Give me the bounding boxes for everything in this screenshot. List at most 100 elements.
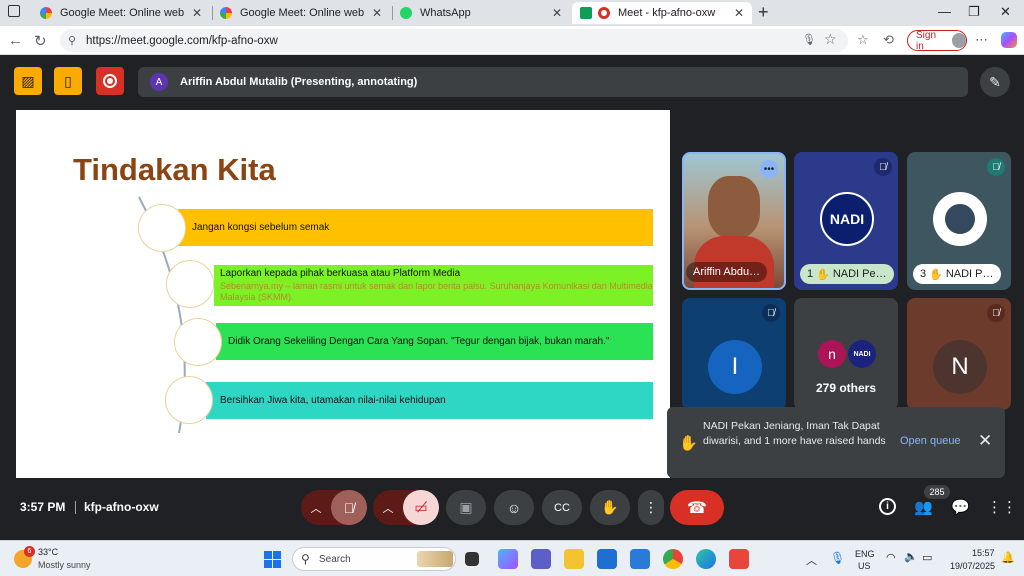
restore-icon[interactable]: ❐ xyxy=(968,4,980,20)
close-icon[interactable]: ✕ xyxy=(552,6,562,20)
close-icon[interactable]: ✕ xyxy=(192,6,202,20)
avatar xyxy=(933,192,987,246)
minimize-icon[interactable]: — xyxy=(938,4,951,19)
info-icon[interactable]: i xyxy=(879,498,896,515)
camera-off-indicator[interactable]: ▨ xyxy=(14,67,42,95)
more-menu-icon[interactable]: ⋯ xyxy=(975,32,988,48)
language-top[interactable]: ENG xyxy=(855,549,875,559)
file-explorer-icon[interactable] xyxy=(564,549,584,569)
wifi-icon[interactable]: ◠ xyxy=(886,551,896,564)
more-options-icon[interactable]: ••• xyxy=(760,160,778,178)
mic-toggle-button[interactable]: 🎙̸ xyxy=(331,490,367,525)
slide-item-circle xyxy=(166,260,214,308)
people-icon[interactable]: 👥 xyxy=(914,498,933,516)
clock-time[interactable]: 15:57 xyxy=(972,548,995,558)
tab-google-meet-1[interactable]: Google Meet: Online web and vid ✕ xyxy=(32,2,210,24)
participant-tile-ariffin[interactable]: ••• Ariffin Abdu… xyxy=(682,152,786,290)
participant-tile-nadi-pe[interactable]: 🎙̸ NADI 1 ✋ NADI Pe… xyxy=(794,152,898,290)
taskbar-search[interactable]: ⚲ Search xyxy=(292,547,456,571)
edge-icon[interactable] xyxy=(696,549,716,569)
present-button[interactable]: ▣ xyxy=(446,490,486,525)
show-hidden-icons[interactable]: ︿ xyxy=(806,552,817,568)
open-queue-button[interactable]: Open queue xyxy=(900,435,961,447)
participant-name: 1 ✋ NADI Pe… xyxy=(800,264,894,284)
raised-hand-icon: ✋ xyxy=(679,435,698,452)
emoji-button[interactable]: ☺ xyxy=(494,490,534,525)
windows-start-icon[interactable] xyxy=(264,551,281,568)
windows-taskbar: 6 33°C Mostly sunny ⚲ Search ︿ 🎙 ENG US … xyxy=(0,540,1024,576)
raised-hand-icon: ✋ xyxy=(816,268,830,281)
teams-icon[interactable] xyxy=(531,549,551,569)
slide-item-circle xyxy=(165,376,213,424)
door-exit-icon[interactable]: ▯ xyxy=(54,67,82,95)
participant-tile-i[interactable]: 🎙̸ I xyxy=(682,298,786,410)
tab-google-meet-2[interactable]: Google Meet: Online web and vid ✕ xyxy=(212,2,390,24)
captions-button[interactable]: CC xyxy=(542,490,582,525)
app-icon[interactable] xyxy=(630,549,650,569)
tab-meet-active[interactable]: Meet - kfp-afno-oxw ✕ xyxy=(572,2,752,24)
slide-item-circle xyxy=(174,318,222,366)
microphone-icon[interactable]: 🎙 xyxy=(830,551,845,565)
weather-condition: Mostly sunny xyxy=(38,560,91,570)
avatar: NADI xyxy=(848,340,876,368)
copilot-app-icon[interactable] xyxy=(498,549,518,569)
history-icon[interactable]: ⟲ xyxy=(883,32,894,48)
participant-name: 3 ✋ NADI P… xyxy=(913,264,1001,284)
notification-message: NADI Pekan Jeniang, Iman Tak Dapat diwar… xyxy=(703,420,886,447)
mic-muted-icon: 🎙̸ xyxy=(874,158,892,176)
recording-icon xyxy=(598,7,610,19)
new-tab-button[interactable]: + xyxy=(758,2,769,23)
battery-icon[interactable]: ▭ xyxy=(922,551,932,564)
slide-item-bar: Didik Orang Sekeliling Dengan Cara Yang … xyxy=(216,323,653,360)
participant-tile-nadi-p[interactable]: 🎙̸ 3 ✋ NADI P… xyxy=(907,152,1011,290)
notification-bell-icon[interactable]: 🔔 xyxy=(1001,551,1015,564)
slide-title: Tindakan Kita xyxy=(73,152,276,187)
site-info-icon[interactable]: ⚲ xyxy=(68,34,76,47)
mic-options-chevron-icon[interactable]: ︿ xyxy=(301,500,331,516)
mic-icon[interactable]: 🎙 xyxy=(802,33,816,46)
close-window-icon[interactable]: ✕ xyxy=(1000,4,1011,20)
others-count: 279 others xyxy=(815,381,877,395)
close-icon[interactable]: ✕ xyxy=(372,6,382,20)
annotate-pen-button[interactable]: ✎ xyxy=(980,67,1010,97)
camera-options-chevron-icon[interactable]: ︿ xyxy=(373,500,403,516)
url-input[interactable]: ⚲ https://meet.google.com/kfp-afno-oxw 🎙… xyxy=(60,29,848,52)
back-icon[interactable]: ← xyxy=(8,32,23,49)
language-bottom[interactable]: US xyxy=(858,561,871,571)
slide-item-bar: Laporkan kepada pihak berkuasa atau Plat… xyxy=(214,265,653,306)
close-icon[interactable]: ✕ xyxy=(734,6,744,20)
tab-title: Google Meet: Online web and vid xyxy=(60,7,186,19)
others-tile[interactable]: n NADI 279 others xyxy=(794,298,898,410)
tab-actions-icon[interactable] xyxy=(8,5,20,17)
reload-icon[interactable]: ↻ xyxy=(34,32,47,50)
avatar: n xyxy=(818,340,846,368)
chrome-icon[interactable] xyxy=(663,549,683,569)
tab-whatsapp[interactable]: WhatsApp ✕ xyxy=(392,2,570,24)
task-view-icon[interactable] xyxy=(465,552,479,566)
more-options-button[interactable]: ⋮ xyxy=(638,490,664,525)
activities-icon[interactable]: ⋮⋮ xyxy=(987,498,1017,516)
avatar: A xyxy=(150,73,168,91)
sign-in-label: Sign in xyxy=(916,29,937,52)
camera-toggle-button[interactable]: ▭̸ xyxy=(403,490,439,525)
chat-icon[interactable]: 💬 xyxy=(951,498,970,516)
participant-tile-n[interactable]: 🎙̸ N xyxy=(907,298,1011,410)
slide-item-text: Jangan kongsi sebelum semak xyxy=(192,222,330,233)
meet-area: ▨ ▯ A Ariffin Abdul Mutalib (Presenting,… xyxy=(0,55,1024,540)
mic-muted-icon: 🎙̸ xyxy=(987,304,1005,322)
raised-hand-icon: ✋ xyxy=(929,268,943,281)
copilot-icon[interactable] xyxy=(1001,32,1017,48)
store-icon[interactable] xyxy=(597,549,617,569)
bookmark-star-icon[interactable]: ☆ xyxy=(824,31,837,48)
close-icon[interactable]: ✕ xyxy=(978,431,992,451)
raise-hand-button[interactable]: ✋ xyxy=(590,490,630,525)
favorites-icon[interactable]: ☆ xyxy=(857,32,869,48)
record-icon[interactable] xyxy=(96,67,124,95)
volume-icon[interactable]: 🔈 xyxy=(904,550,918,563)
clock-date[interactable]: 19/07/2025 xyxy=(950,561,995,571)
leave-call-button[interactable]: ☎ xyxy=(670,490,724,525)
app-red-icon[interactable] xyxy=(729,549,749,569)
url-text: https://meet.google.com/kfp-afno-oxw xyxy=(86,34,278,47)
tab-title: Google Meet: Online web and vid xyxy=(240,7,366,19)
sign-in-button[interactable]: Sign in xyxy=(907,29,967,52)
